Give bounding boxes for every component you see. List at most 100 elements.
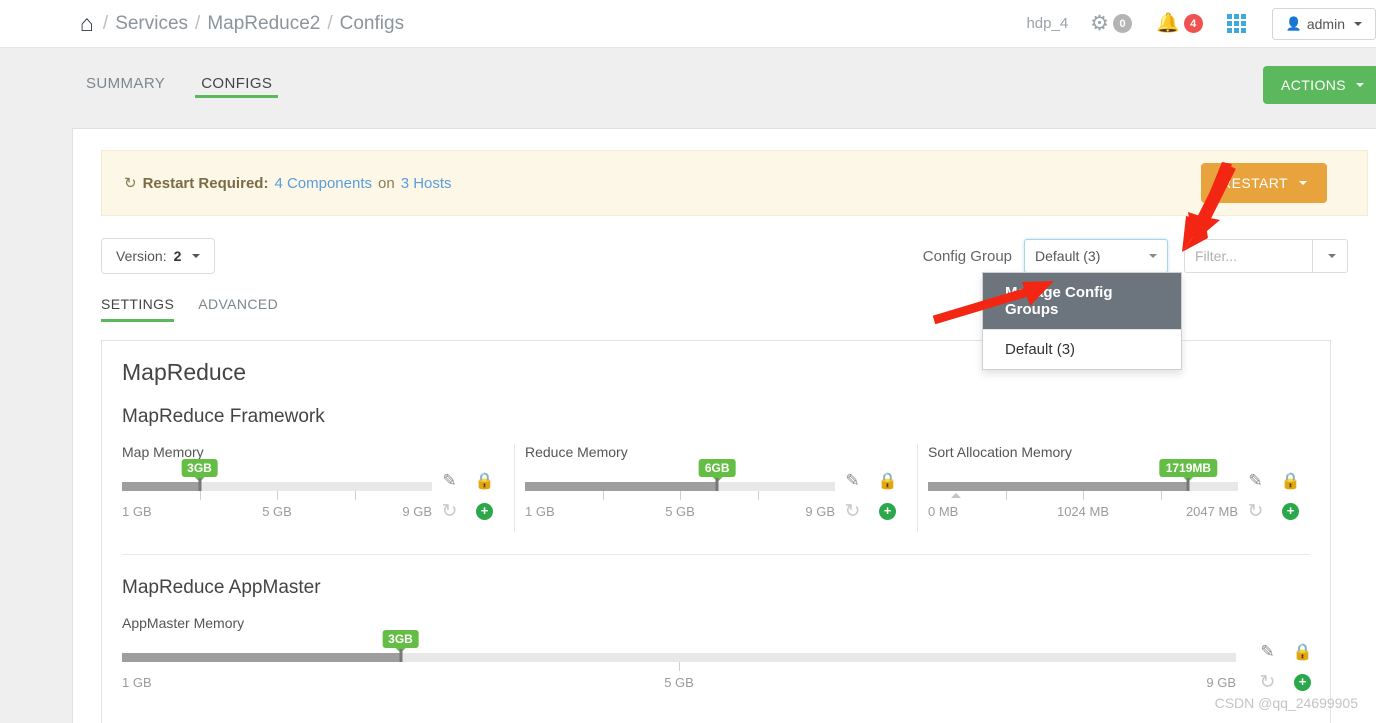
- recommended-value-marker: [950, 493, 961, 498]
- hosts-link[interactable]: 3 Hosts: [401, 175, 452, 192]
- filter-dropdown-button[interactable]: [1312, 239, 1348, 273]
- apps-grid-icon[interactable]: [1226, 14, 1246, 33]
- slider-tick: [199, 491, 201, 500]
- scale-mid: 5 GB: [664, 675, 694, 690]
- grid-dot: [1240, 28, 1246, 33]
- scale-min: 1 GB: [525, 504, 555, 519]
- appmaster-memory-slider[interactable]: 3GB 1 GB 5 GB 9 GB: [122, 630, 1236, 703]
- refresh-icon: ↻: [124, 175, 137, 192]
- subtab-advanced[interactable]: ADVANCED: [198, 296, 278, 322]
- breadcrumb: ⌂ / Services / MapReduce2 / Configs: [80, 12, 404, 35]
- reduce-memory-track: [525, 482, 835, 491]
- grid-dot: [1226, 28, 1232, 33]
- reduce-memory-fill: [525, 482, 718, 491]
- grid-dot: [1226, 21, 1232, 26]
- lock-icon[interactable]: 🔒: [870, 466, 905, 496]
- revert-icon[interactable]: ↻: [835, 496, 870, 526]
- reduce-memory-actions: ✎ 🔒 ↻ +: [835, 444, 905, 532]
- scale-min: 0 MB: [928, 504, 959, 519]
- scale-mid: 5 GB: [262, 504, 292, 519]
- revert-icon[interactable]: ↻: [1238, 496, 1273, 526]
- background-operations-button[interactable]: ⚙ 0: [1090, 13, 1132, 34]
- service-tab-bar: SUMMARY CONFIGS ACTIONS: [0, 48, 1376, 116]
- pencil-icon[interactable]: ✎: [835, 466, 870, 496]
- components-link[interactable]: 4 Components: [274, 175, 372, 192]
- breadcrumb-item-services[interactable]: Services: [115, 13, 188, 35]
- sort-allocation-body: Sort Allocation Memory 1719MB 0 MB 1024 …: [928, 444, 1238, 532]
- appmaster-memory-handle[interactable]: [399, 649, 402, 662]
- filter-input[interactable]: [1184, 239, 1312, 273]
- appmaster-slider-row: AppMaster Memory 3GB 1 GB 5 GB 9 GB ✎ 🔒 …: [102, 615, 1330, 703]
- grid-dot: [1233, 14, 1239, 19]
- dropdown-item-default[interactable]: Default (3): [983, 330, 1181, 369]
- pencil-icon[interactable]: ✎: [432, 466, 467, 496]
- sort-allocation-handle[interactable]: [1186, 478, 1190, 491]
- gear-badge-count: 0: [1113, 14, 1132, 33]
- config-group-label: Config Group: [922, 247, 1012, 265]
- breadcrumb-separator-2: /: [195, 12, 201, 34]
- chevron-down-icon: [1149, 254, 1157, 258]
- reduce-memory-handle[interactable]: [715, 478, 719, 491]
- slider-tick: [757, 491, 759, 500]
- dropdown-item-manage-config-groups[interactable]: Manage Config Groups: [983, 273, 1181, 329]
- config-group-select[interactable]: Default (3): [1024, 239, 1168, 273]
- scale-mid: 5 GB: [665, 504, 695, 519]
- tab-configs[interactable]: CONFIGS: [195, 53, 279, 112]
- config-toolbar: Version: 2 Config Group Default (3): [101, 236, 1348, 276]
- top-navigation-bar: ⌂ / Services / MapReduce2 / Configs hdp_…: [0, 0, 1376, 48]
- slider-tick: [679, 662, 680, 671]
- map-memory-slider[interactable]: 3GB 1 GB 5 GB 9 GB: [122, 459, 432, 532]
- user-menu-button[interactable]: 👤 admin: [1271, 7, 1376, 40]
- home-icon[interactable]: ⌂: [80, 12, 94, 35]
- sort-allocation-slider[interactable]: 1719MB 0 MB 1024 MB 2047 MB: [928, 459, 1238, 532]
- map-memory-value-bubble: 3GB: [181, 459, 218, 477]
- actions-button-label: ACTIONS: [1280, 77, 1346, 93]
- config-group-dropdown-menu: Manage Config Groups Default (3): [982, 272, 1182, 370]
- revert-icon[interactable]: ↻: [1250, 667, 1285, 697]
- restart-required-banner: ↻ Restart Required: 4 Components on 3 Ho…: [101, 150, 1368, 216]
- lock-icon[interactable]: 🔒: [1273, 466, 1308, 496]
- pencil-icon[interactable]: ✎: [1250, 637, 1285, 667]
- chevron-down-icon: [1328, 254, 1336, 258]
- slider-tick: [1005, 491, 1007, 500]
- add-override-icon[interactable]: +: [1285, 667, 1320, 697]
- breadcrumb-item-configs[interactable]: Configs: [340, 13, 404, 35]
- restart-required-text: ↻ Restart Required: 4 Components on 3 Ho…: [124, 174, 452, 193]
- nav-right-group: hdp_4 ⚙ 0 🔔 4 👤 admin: [1026, 7, 1376, 40]
- restart-button[interactable]: RESTART: [1201, 163, 1327, 203]
- filter-control: [1184, 239, 1348, 273]
- grid-dot: [1240, 14, 1246, 19]
- revert-icon[interactable]: ↻: [432, 496, 467, 526]
- watermark: CSDN @qq_24699905: [1214, 695, 1358, 711]
- scale-max: 2047 MB: [1185, 504, 1238, 519]
- subtab-settings[interactable]: SETTINGS: [101, 296, 175, 322]
- scale-max: 9 GB: [805, 504, 835, 519]
- add-override-icon[interactable]: +: [1273, 496, 1308, 526]
- add-override-icon[interactable]: +: [467, 496, 502, 526]
- version-selector-button[interactable]: Version: 2: [101, 238, 216, 274]
- reduce-memory-label: Reduce Memory: [525, 444, 628, 460]
- pencil-icon[interactable]: ✎: [1238, 466, 1273, 496]
- grid-dot: [1226, 14, 1232, 19]
- map-memory-handle[interactable]: [198, 478, 201, 491]
- breadcrumb-separator-1: /: [102, 12, 109, 34]
- reduce-memory-body: Reduce Memory 6GB 1 GB 5 GB 9 GB: [525, 444, 835, 532]
- alerts-button[interactable]: 🔔 4: [1156, 14, 1203, 33]
- reduce-memory-slider[interactable]: 6GB 1 GB 5 GB 9 GB: [525, 459, 835, 532]
- add-override-icon[interactable]: +: [870, 496, 905, 526]
- actions-button[interactable]: ACTIONS: [1262, 66, 1376, 104]
- grid-dot: [1233, 21, 1239, 26]
- breadcrumb-item-mapreduce2[interactable]: MapReduce2: [207, 13, 320, 35]
- config-reduce-memory: Reduce Memory 6GB 1 GB 5 GB 9 GB ✎ 🔒 ↻ +: [514, 444, 917, 532]
- reduce-memory-value-bubble: 6GB: [698, 459, 736, 477]
- appmaster-memory-track: [122, 653, 1236, 662]
- scale-min: 1 GB: [122, 504, 152, 519]
- config-group-selected-value: Default (3): [1035, 248, 1101, 264]
- tab-summary[interactable]: SUMMARY: [80, 53, 171, 112]
- chevron-down-icon: [1356, 83, 1364, 87]
- lock-icon[interactable]: 🔒: [1285, 637, 1320, 667]
- bell-icon: 🔔: [1156, 13, 1180, 34]
- lock-icon[interactable]: 🔒: [467, 466, 502, 496]
- config-group-controls: Config Group Default (3): [923, 239, 1348, 273]
- map-memory-actions: ✎ 🔒 ↻ +: [432, 444, 502, 532]
